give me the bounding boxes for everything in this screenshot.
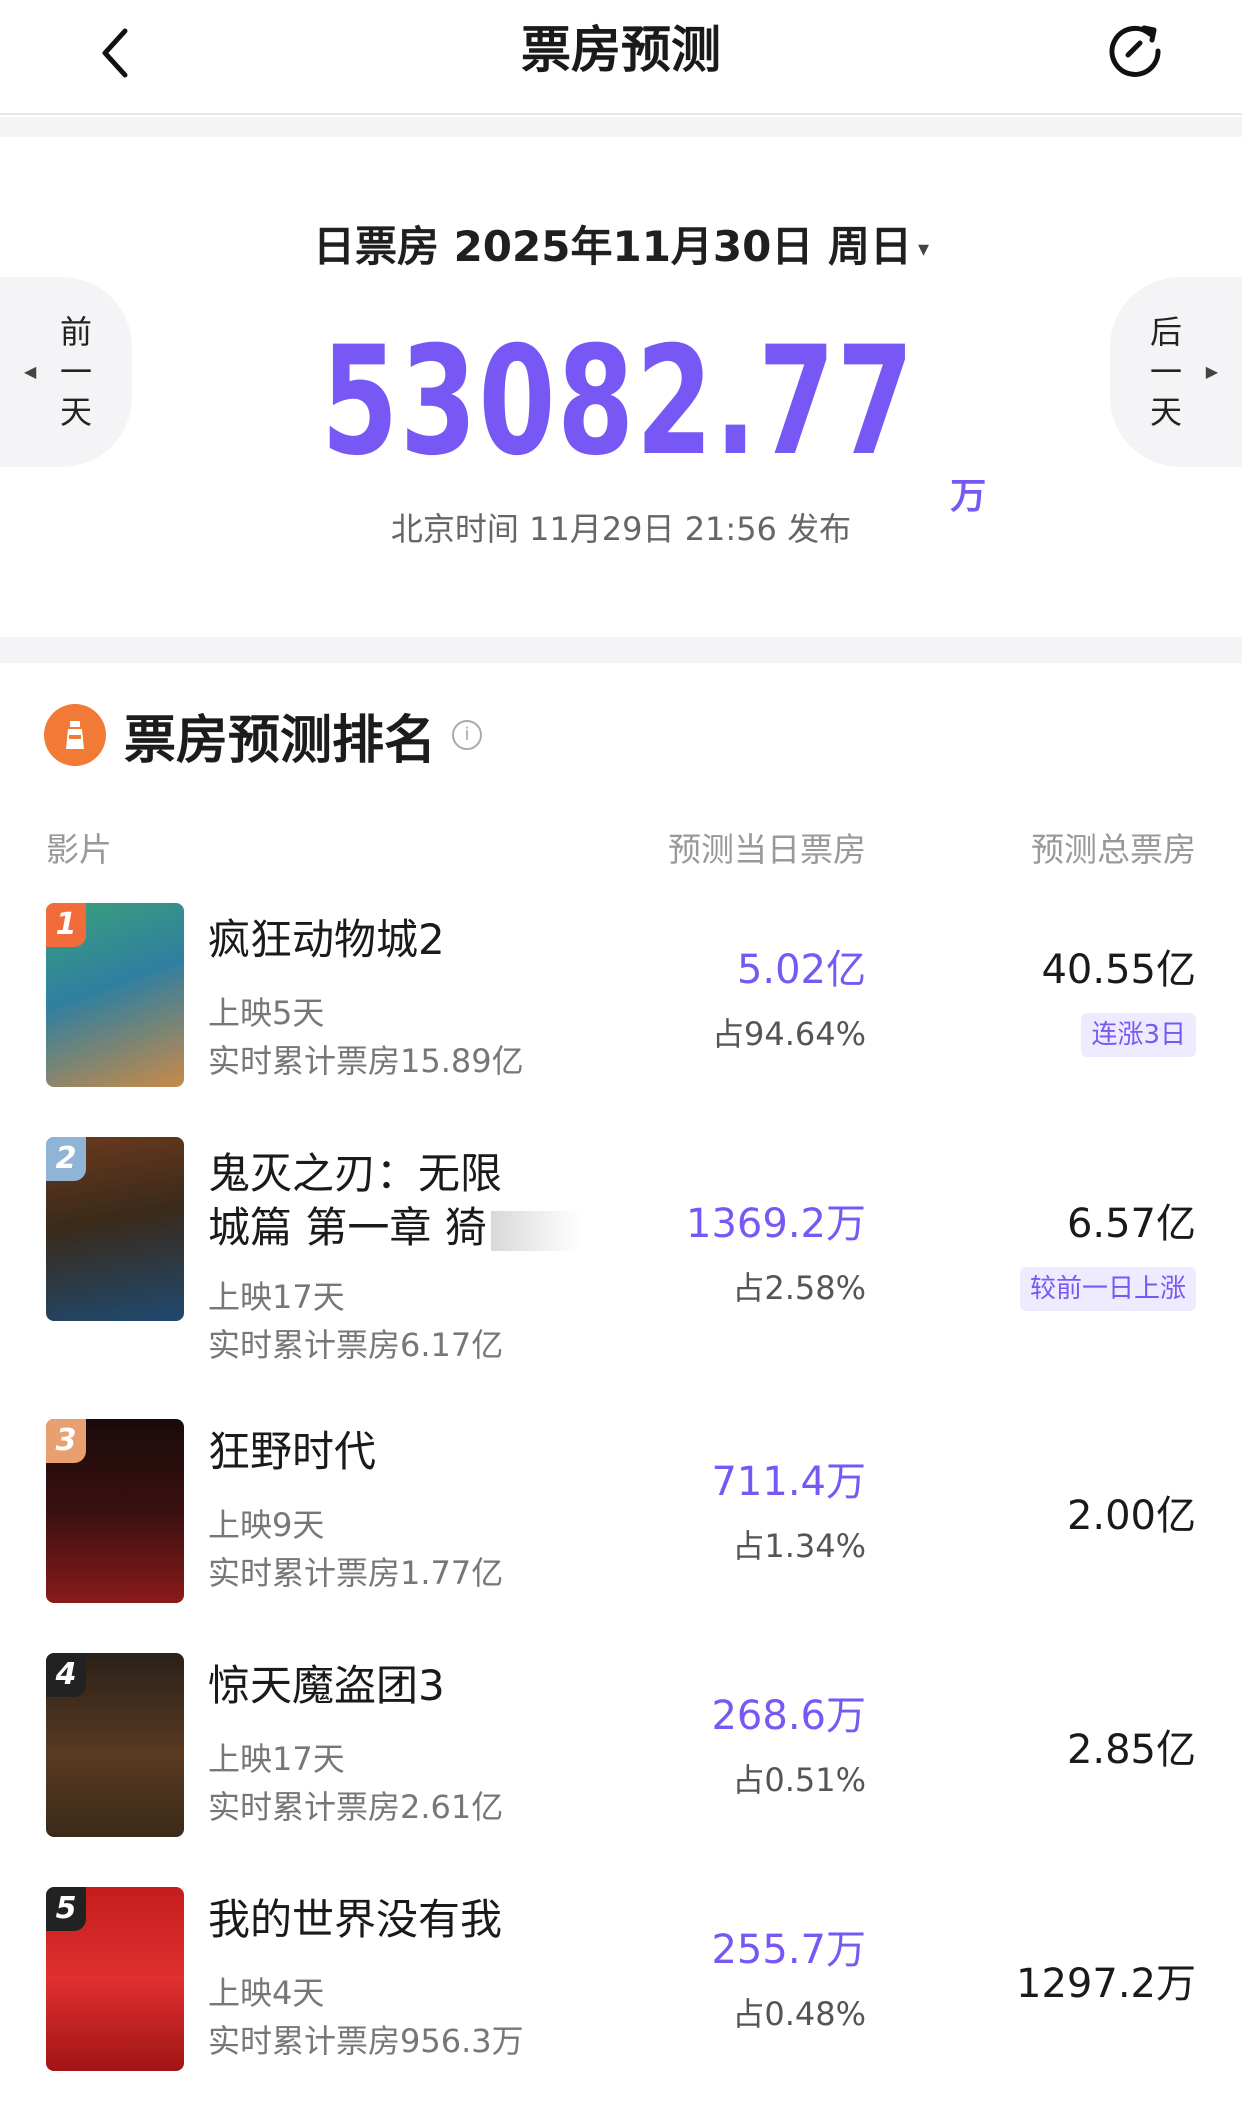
movie-title: 狂野时代 (208, 1427, 377, 1476)
cumulative-box-office: 实时累计票房15.89亿 (208, 1042, 524, 1080)
forecast-total-value: 2.85亿 (1066, 1727, 1196, 1773)
forecast-day-value: 5.02亿 (736, 947, 866, 993)
cumulative-box-office: 实时累计票房6.17亿 (208, 1326, 504, 1364)
movie-title: 惊天魔盗团3 (208, 1661, 445, 1710)
trend-tag: 较前一日上涨 (1019, 1267, 1196, 1311)
column-header-total-box-office: 预测总票房 (1031, 830, 1196, 869)
forecast-day-value: 1369.2万 (686, 1201, 866, 1247)
movie-row[interactable]: 4 惊天魔盗团3 上映17天 实时累计票房2.61亿 268.6万 占0.51%… (0, 1653, 1242, 1843)
forecast-day-value: 711.4万 (711, 1459, 866, 1505)
cumulative-box-office: 实时累计票房2.61亿 (208, 1788, 504, 1826)
forecast-total-value: 6.57亿 (1066, 1201, 1196, 1247)
text-fade (490, 1210, 581, 1251)
date-label: 日票房 2025年11月30日 周日 (312, 222, 912, 271)
movie-poster: 5 (46, 1887, 184, 2071)
forecast-day-value: 268.6万 (711, 1693, 866, 1739)
column-header-day-box-office: 预测当日票房 (668, 830, 866, 869)
column-header-film: 影片 (46, 830, 112, 869)
forecast-value: 53082.77 (320, 315, 916, 489)
divider (0, 637, 1242, 663)
movie-poster: 2 (46, 1137, 184, 1321)
date-selector[interactable]: 日票房 2025年11月30日 周日 ▾ (0, 217, 1242, 280)
publish-time: 北京时间 11月29日 21:56 发布 (390, 510, 852, 548)
forecast-share: 占94.64% (711, 1015, 866, 1053)
rank-badge: 4 (46, 1653, 86, 1697)
rank-badge: 2 (46, 1137, 86, 1181)
page-title: 票房预测 (521, 21, 721, 79)
triangle-right-icon: ▶ (1205, 362, 1218, 381)
cumulative-box-office: 实时累计票房956.3万 (208, 2022, 524, 2060)
movie-title: 我的世界没有我 (208, 1895, 503, 1944)
ranking-header: 票房预测排名 i (44, 700, 483, 771)
info-icon[interactable]: i (452, 720, 483, 750)
rank-badge: 5 (46, 1887, 86, 1931)
refresh-button[interactable] (1100, 16, 1170, 86)
caret-down-icon: ▾ (918, 236, 930, 262)
next-day-button[interactable]: 后 一 天 ▶ (1110, 277, 1242, 467)
forecast-total-value: 40.55亿 (1041, 947, 1196, 993)
chevron-left-icon (102, 28, 128, 78)
release-days: 上映17天 (208, 1278, 345, 1316)
rank-badge: 1 (46, 903, 86, 947)
page: 票房预测 日票房 2025年11月30日 周日 ▾ ◀ 前 一 天 53082.7… (0, 0, 1242, 2111)
back-button[interactable] (80, 18, 150, 88)
forecast-total-value: 1297.2万 (1016, 1961, 1196, 2007)
forecast-share: 占0.51% (732, 1761, 866, 1799)
movie-title: 鬼灭之刃：无限 城篇 第一章 猗 (208, 1147, 581, 1255)
ranking-title: 票房预测排名 (124, 710, 437, 771)
refresh-icon (1109, 25, 1161, 77)
trend-tag: 连涨3日 (1081, 1013, 1196, 1057)
forecast-total-value: 2.00亿 (1066, 1493, 1196, 1539)
release-days: 上映5天 (208, 994, 325, 1032)
navigation-bar: 票房预测 (0, 0, 1242, 115)
forecast-day-value: 255.7万 (711, 1927, 866, 1973)
forecast-panel: 日票房 2025年11月30日 周日 ▾ ◀ 前 一 天 53082.77万 后 … (0, 137, 1242, 637)
divider (0, 117, 1242, 137)
movie-poster: 3 (46, 1419, 184, 1603)
forecast-share: 占2.58% (732, 1269, 866, 1307)
movie-row[interactable]: 1 疯狂动物城2 上映5天 实时累计票房15.89亿 5.02亿 占94.64%… (0, 903, 1242, 1093)
release-days: 上映9天 (208, 1506, 325, 1544)
forecast-share: 占1.34% (732, 1527, 866, 1565)
release-days: 上映4天 (208, 1974, 325, 2012)
movie-row[interactable]: 2 鬼灭之刃：无限 城篇 第一章 猗 上映17天 实时累计票房6.17亿 136… (0, 1137, 1242, 1377)
movie-title: 疯狂动物城2 (208, 915, 445, 964)
release-days: 上映17天 (208, 1740, 345, 1778)
lighthouse-icon (44, 704, 106, 766)
forecast-share: 占0.48% (732, 1995, 866, 2033)
rank-badge: 3 (46, 1419, 86, 1463)
movie-poster: 1 (46, 903, 184, 1087)
cumulative-box-office: 实时累计票房1.77亿 (208, 1554, 504, 1592)
movie-row[interactable]: 5 我的世界没有我 上映4天 实时累计票房956.3万 255.7万 占0.48… (0, 1887, 1242, 2077)
movie-poster: 4 (46, 1653, 184, 1837)
movie-row[interactable]: 3 狂野时代 上映9天 实时累计票房1.77亿 711.4万 占1.34% 2.… (0, 1419, 1242, 1609)
next-day-label: 后 一 天 (1149, 313, 1182, 431)
